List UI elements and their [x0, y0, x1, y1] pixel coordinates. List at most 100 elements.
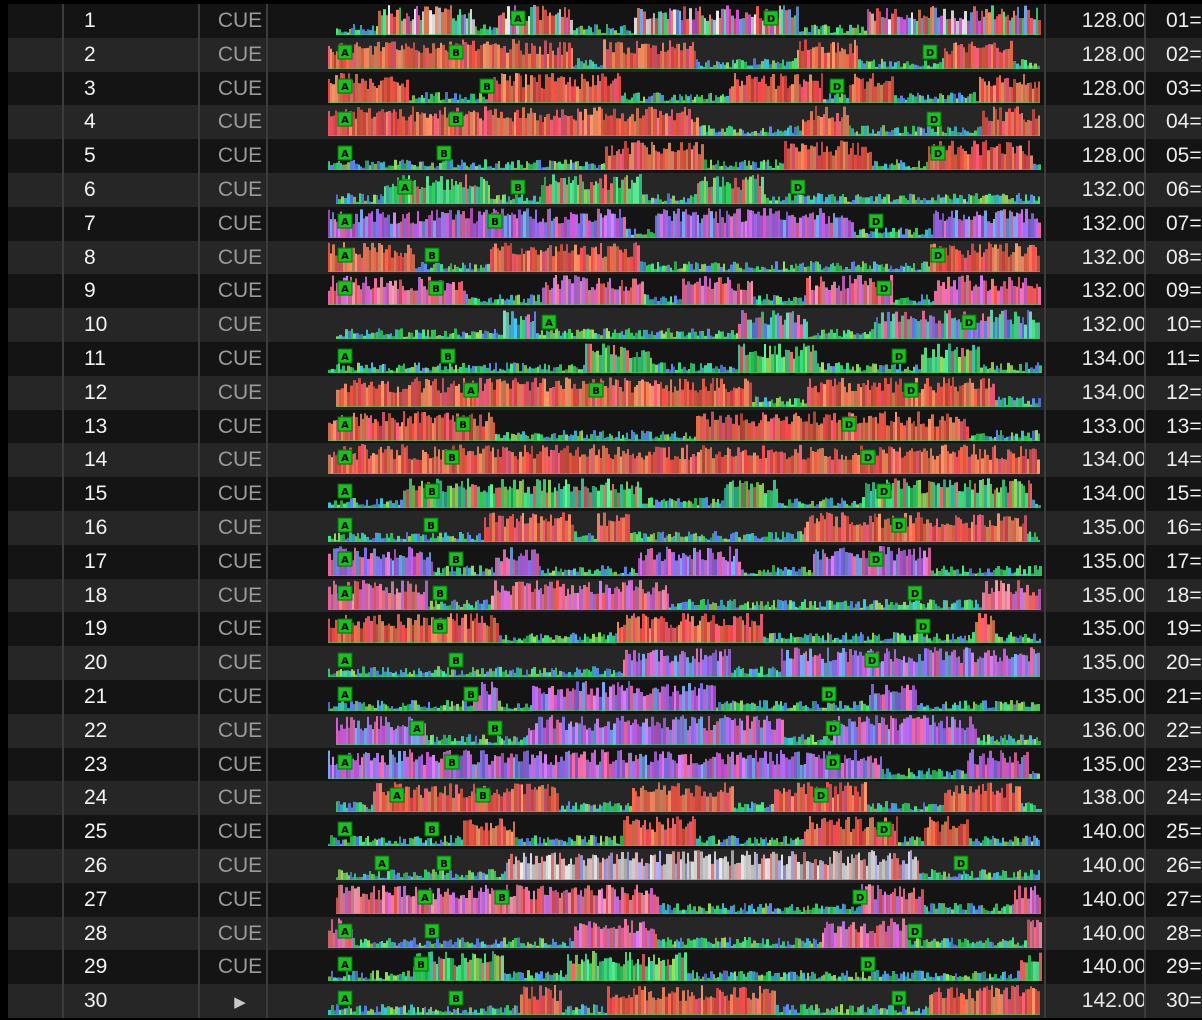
cue-marker-a[interactable]: A	[374, 855, 390, 871]
waveform[interactable]: ABD	[274, 545, 1052, 579]
waveform-svg[interactable]: ABD	[274, 781, 1052, 815]
waveform-svg[interactable]: AD	[274, 308, 1052, 342]
cue-marker-d[interactable]: D	[864, 652, 880, 668]
cue-button[interactable]: CUE	[206, 646, 274, 680]
track-row[interactable]: 20 CUE A B D 135.00 20=…	[8, 646, 1202, 680]
cue-marker-d[interactable]: D	[930, 145, 946, 161]
play-indicator[interactable]: ▶	[206, 984, 274, 1018]
cue-button[interactable]: CUE	[206, 917, 274, 951]
cue-marker-a[interactable]: A	[337, 585, 353, 601]
waveform[interactable]: ABD	[274, 38, 1052, 72]
cue-marker-b[interactable]: B	[424, 821, 440, 837]
waveform[interactable]: ABD	[274, 849, 1052, 883]
cue-button[interactable]: CUE	[206, 4, 274, 38]
cue-marker-a[interactable]: A	[337, 111, 353, 127]
track-row[interactable]: 25 CUE A B D 140.00 25=…	[8, 815, 1202, 849]
waveform[interactable]: ABD	[274, 173, 1052, 207]
waveform[interactable]: ABD	[274, 105, 1052, 139]
cue-marker-b[interactable]: B	[487, 720, 503, 736]
track-row[interactable]: 21 CUE A B D 135.00 21=…	[8, 680, 1202, 714]
cue-button[interactable]: CUE	[206, 849, 274, 883]
waveform[interactable]: ABD	[274, 342, 1052, 376]
cue-marker-b[interactable]: B	[432, 618, 448, 634]
cue-marker-b[interactable]: B	[588, 382, 604, 398]
cue-marker-a[interactable]: A	[337, 416, 353, 432]
waveform[interactable]: ABD	[274, 410, 1052, 444]
cue-button[interactable]: CUE	[206, 443, 274, 477]
waveform[interactable]: ABD	[274, 984, 1052, 1018]
cue-marker-b[interactable]: B	[448, 551, 464, 567]
cue-marker-d[interactable]: D	[915, 618, 931, 634]
track-row[interactable]: 12 CUE A B D 134.00 12=…	[8, 376, 1202, 410]
waveform[interactable]: ABD	[274, 748, 1052, 782]
cue-marker-b[interactable]: B	[423, 517, 439, 533]
cue-marker-a[interactable]: A	[337, 145, 353, 161]
cue-button[interactable]: CUE	[206, 545, 274, 579]
cue-marker-d[interactable]: D	[891, 990, 907, 1006]
waveform[interactable]: ABD	[274, 680, 1052, 714]
waveform-svg[interactable]: ABD	[274, 410, 1052, 444]
cue-marker-b[interactable]: B	[487, 213, 503, 229]
cue-marker-a[interactable]: A	[510, 10, 526, 26]
waveform[interactable]: ABD	[274, 477, 1052, 511]
waveform[interactable]: ABD	[274, 612, 1052, 646]
cue-marker-a[interactable]: A	[397, 179, 413, 195]
cue-marker-a[interactable]: A	[541, 314, 557, 330]
cue-marker-a[interactable]: A	[417, 889, 433, 905]
waveform-svg[interactable]: AD	[274, 4, 1052, 38]
cue-marker-a[interactable]: A	[337, 449, 353, 465]
waveform-svg[interactable]: ABD	[274, 477, 1052, 511]
cue-marker-b[interactable]: B	[475, 787, 491, 803]
cue-marker-b[interactable]: B	[448, 44, 464, 60]
cue-marker-b[interactable]: B	[432, 585, 448, 601]
track-row[interactable]: 16 CUE A B D 135.00 16=…	[8, 511, 1202, 545]
cue-marker-d[interactable]: D	[868, 213, 884, 229]
cue-marker-d[interactable]: D	[876, 821, 892, 837]
cue-marker-b[interactable]: B	[436, 855, 452, 871]
cue-marker-b[interactable]: B	[440, 348, 456, 364]
waveform[interactable]: AD	[274, 4, 1052, 38]
cue-marker-d[interactable]: D	[903, 382, 919, 398]
cue-marker-d[interactable]: D	[868, 551, 884, 567]
cue-marker-d[interactable]: D	[860, 449, 876, 465]
cue-marker-b[interactable]: B	[494, 889, 510, 905]
cue-button[interactable]: CUE	[206, 612, 274, 646]
track-row[interactable]: 28 CUE A B D 140.00 28=…	[8, 917, 1202, 951]
cue-marker-b[interactable]: B	[428, 280, 444, 296]
cue-marker-d[interactable]: D	[926, 111, 942, 127]
cue-marker-a[interactable]: A	[337, 923, 353, 939]
track-row[interactable]: 3 CUE A B D 128.00 03=…	[8, 72, 1202, 106]
cue-marker-b[interactable]: B	[510, 179, 526, 195]
cue-button[interactable]: CUE	[206, 748, 274, 782]
track-row[interactable]: 9 CUE A B D 132.00 09=…	[8, 274, 1202, 308]
track-row[interactable]: 2 CUE A B D 128.00 02=…	[8, 38, 1202, 72]
waveform-svg[interactable]: ABD	[274, 748, 1052, 782]
track-row[interactable]: 29 CUE A B D 140.00 29=…	[8, 950, 1202, 984]
cue-marker-b[interactable]: B	[424, 483, 440, 499]
cue-marker-a[interactable]: A	[337, 483, 353, 499]
cue-marker-a[interactable]: A	[337, 686, 353, 702]
waveform-svg[interactable]: ABD	[274, 849, 1052, 883]
cue-button[interactable]: CUE	[206, 511, 274, 545]
waveform[interactable]: ABD	[274, 714, 1052, 748]
waveform-svg[interactable]: ABD	[274, 511, 1052, 545]
cue-marker-b[interactable]: B	[455, 416, 471, 432]
waveform[interactable]: ABD	[274, 241, 1052, 275]
track-row[interactable]: 6 CUE A B D 132.00 06=…	[8, 173, 1202, 207]
cue-marker-b[interactable]: B	[448, 652, 464, 668]
waveform[interactable]: ABD	[274, 917, 1052, 951]
track-row[interactable]: 17 CUE A B D 135.00 17=…	[8, 545, 1202, 579]
cue-button[interactable]: CUE	[206, 72, 274, 106]
cue-marker-b[interactable]: B	[444, 754, 460, 770]
waveform[interactable]: ABD	[274, 815, 1052, 849]
waveform[interactable]: ABD	[274, 443, 1052, 477]
cue-marker-a[interactable]: A	[337, 956, 353, 972]
waveform-svg[interactable]: ABD	[274, 443, 1052, 477]
cue-marker-a[interactable]: A	[337, 652, 353, 668]
cue-marker-d[interactable]: D	[961, 314, 977, 330]
track-row[interactable]: 11 CUE A B D 134.00 11=…	[8, 342, 1202, 376]
waveform[interactable]: ABD	[274, 139, 1052, 173]
waveform[interactable]: ABD	[274, 781, 1052, 815]
track-row[interactable]: 13 CUE A B D 133.00 13=…	[8, 410, 1202, 444]
waveform-svg[interactable]: ABD	[274, 714, 1052, 748]
